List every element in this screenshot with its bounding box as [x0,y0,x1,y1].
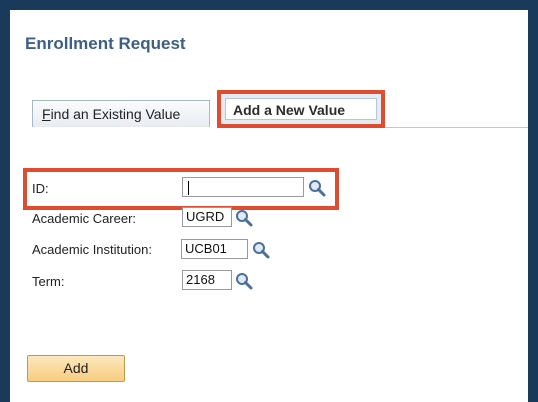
career-label: Academic Career: [32,211,137,226]
term-input[interactable]: 2168 [182,270,232,290]
add-button[interactable]: Add [27,355,125,382]
id-lookup-icon[interactable] [308,179,326,197]
tab-find-existing-value[interactable]: Find an Existing Value [32,100,210,127]
career-input[interactable]: UGRD [182,207,232,227]
institution-lookup-icon[interactable] [252,241,270,259]
tab-add-label: Add a New Value [233,102,346,118]
tab-find-label: ind an Existing Value [50,106,181,122]
tab-add-new-value[interactable]: Add a New Value [225,98,377,120]
id-input[interactable] [182,177,304,197]
id-label: ID: [32,181,49,196]
page-title: Enrollment Request [25,34,186,53]
tab-find-accesskey: F [42,106,51,122]
institution-input[interactable]: UCB01 [181,239,248,259]
career-lookup-icon[interactable] [235,209,253,227]
term-label: Term: [32,274,65,289]
text-caret [188,180,189,195]
term-lookup-icon[interactable] [235,272,253,290]
institution-label: Academic Institution: [32,242,152,257]
tab-add-highlight: Add a New Value [217,90,385,128]
